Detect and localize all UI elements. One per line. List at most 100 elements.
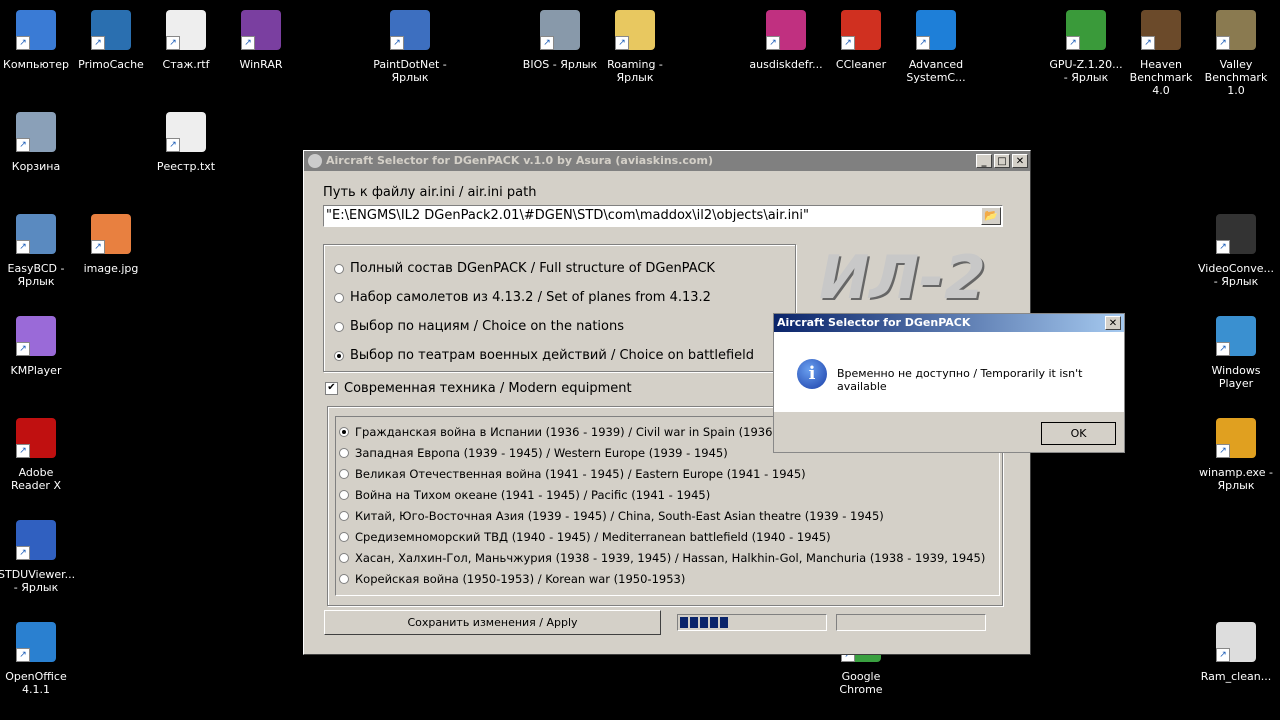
desktop-icon[interactable]: ↗ STDUViewer... - Ярлык [0, 520, 75, 594]
shortcut-icon: ↗ [1216, 418, 1256, 458]
desktop-icon-label: PaintDotNet - Ярлык [373, 58, 447, 84]
desktop-icon-label: Roaming - Ярлык [607, 58, 663, 84]
maximize-button[interactable]: □ [994, 154, 1010, 168]
desktop-icon[interactable]: ↗ Корзина [0, 112, 74, 173]
desktop-icon-label: Google Chrome [839, 670, 883, 696]
window-title: Aircraft Selector for DGenPACK v.1.0 by … [326, 154, 713, 167]
desktop-icon[interactable]: ↗ ausdiskdefr... [748, 10, 824, 71]
theatre-radio[interactable]: Хасан, Халхин-Гол, Маньчжурия (1938 - 19… [339, 551, 985, 565]
close-button[interactable]: ✕ [1012, 154, 1028, 168]
desktop-icon[interactable]: ↗ OpenOffice 4.1.1 [0, 622, 74, 696]
desktop-icon[interactable]: ↗ CCleaner [823, 10, 899, 71]
radio-label: Война на Тихом океане (1941 - 1945) / Pa… [355, 488, 711, 502]
apply-button[interactable]: Сохранить изменения / Apply [324, 610, 661, 635]
desktop-icon[interactable]: ↗ WinRAR [223, 10, 299, 71]
desktop-icon-label: WinRAR [239, 58, 283, 71]
desktop-icon-label: EasyBCD - Ярлык [7, 262, 65, 288]
desktop-icon-label: Heaven Benchmark 4.0 [1129, 58, 1193, 97]
desktop-icon-label: PrimoCache [78, 58, 144, 71]
shortcut-arrow-icon: ↗ [16, 138, 30, 152]
desktop-icon-label: Advanced SystemC... [906, 58, 966, 84]
theatre-radio[interactable]: Гражданская война в Испании (1936 - 1939… [339, 425, 818, 439]
shortcut-icon: ↗ [1141, 10, 1181, 50]
desktop-icon[interactable]: ↗ GPU-Z.1.20... - Ярлык [1048, 10, 1124, 84]
desktop-icon[interactable]: ↗ EasyBCD - Ярлык [0, 214, 74, 288]
desktop-icon[interactable]: ↗ Windows Player [1198, 316, 1274, 390]
theatre-radio[interactable]: Китай, Юго-Восточная Азия (1939 - 1945) … [339, 509, 884, 523]
shortcut-icon: ↗ [166, 112, 206, 152]
desktop-icon[interactable]: ↗ Heaven Benchmark 4.0 [1123, 10, 1199, 97]
radio-label: Набор самолетов из 4.13.2 / Set of plane… [350, 290, 711, 305]
radio-icon [339, 490, 349, 500]
radio-label: Средиземноморский ТВД (1940 - 1945) / Me… [355, 530, 831, 544]
path-input[interactable]: "E:\ENGMS\IL2 DGenPack2.01\#DGEN\STD\com… [323, 205, 1003, 227]
status-field [836, 614, 986, 631]
shortcut-icon: ↗ [16, 622, 56, 662]
radio-label: Гражданская война в Испании (1936 - 1939… [355, 425, 818, 439]
radio-label: Полный состав DGenPACK / Full structure … [350, 261, 715, 276]
shortcut-arrow-icon: ↗ [1216, 240, 1230, 254]
shortcut-icon: ↗ [16, 112, 56, 152]
desktop-icon-label: CCleaner [835, 58, 887, 71]
desktop-icon[interactable]: ↗ PrimoCache [73, 10, 149, 71]
ok-button[interactable]: OK [1041, 422, 1116, 445]
desktop-icon[interactable]: ↗ Advanced SystemC... [898, 10, 974, 84]
shortcut-arrow-icon: ↗ [1141, 36, 1155, 50]
desktop-icon-label: OpenOffice 4.1.1 [5, 670, 67, 696]
browse-button[interactable]: 📂 [981, 207, 1001, 225]
desktop-icon[interactable]: ↗ winamp.exe - Ярлык [1198, 418, 1274, 492]
shortcut-arrow-icon: ↗ [91, 240, 105, 254]
theatre-radio[interactable]: Корейская война (1950-1953) / Korean war… [339, 572, 685, 586]
desktop-icon[interactable]: ↗ KMPlayer [0, 316, 74, 377]
desktop-icon-label: BIOS - Ярлык [522, 58, 598, 71]
desktop-icon[interactable]: ↗ PaintDotNet - Ярлык [372, 10, 448, 84]
shortcut-arrow-icon: ↗ [16, 546, 30, 560]
desktop-icon[interactable]: ↗ Roaming - Ярлык [597, 10, 673, 84]
radio-label: Великая Отечественная война (1941 - 1945… [355, 467, 806, 481]
radio-icon [339, 553, 349, 563]
info-icon: i [797, 359, 827, 389]
mode-radio[interactable]: Полный состав DGenPACK / Full structure … [334, 261, 715, 276]
desktop-icon-label: Компьютер [3, 58, 69, 71]
mode-radio[interactable]: Набор самолетов из 4.13.2 / Set of plane… [334, 290, 711, 305]
shortcut-arrow-icon: ↗ [841, 36, 855, 50]
shortcut-icon: ↗ [16, 10, 56, 50]
theatre-radio[interactable]: Западная Европа (1939 - 1945) / Western … [339, 446, 728, 460]
theatre-radio[interactable]: Средиземноморский ТВД (1940 - 1945) / Me… [339, 530, 831, 544]
desktop-icon[interactable]: ↗ image.jpg [73, 214, 149, 275]
shortcut-arrow-icon: ↗ [1216, 342, 1230, 356]
desktop-icon[interactable]: ↗ Valley Benchmark 1.0 [1198, 10, 1274, 97]
radio-label: Китай, Юго-Восточная Азия (1939 - 1945) … [355, 509, 884, 523]
radio-icon [334, 321, 344, 332]
shortcut-icon: ↗ [1216, 316, 1256, 356]
modern-equipment-checkbox[interactable]: ✔ Современная техника / Modern equipment [325, 381, 632, 396]
shortcut-arrow-icon: ↗ [166, 138, 180, 152]
desktop-icon[interactable]: ↗ BIOS - Ярлык [522, 10, 598, 71]
radio-icon [334, 263, 344, 274]
desktop-icon[interactable]: ↗ VideoConve... - Ярлык [1198, 214, 1274, 288]
desktop-icon[interactable]: ↗ Компьютер [0, 10, 74, 71]
shortcut-icon: ↗ [91, 214, 131, 254]
shortcut-arrow-icon: ↗ [916, 36, 930, 50]
desktop-icon[interactable]: ↗ Adobe Reader X [0, 418, 74, 492]
mode-radio[interactable]: Выбор по нациям / Choice on the nations [334, 319, 624, 334]
desktop-icon[interactable]: ↗ Стаж.rtf [148, 10, 224, 71]
dialog-close-button[interactable]: ✕ [1105, 316, 1121, 330]
title-bar: Aircraft Selector for DGenPACK v.1.0 by … [304, 151, 1030, 171]
shortcut-icon: ↗ [1066, 10, 1106, 50]
desktop-icon-label: Valley Benchmark 1.0 [1204, 58, 1268, 97]
minimize-button[interactable]: _ [976, 154, 992, 168]
radio-icon [339, 532, 349, 542]
shortcut-icon: ↗ [1216, 622, 1256, 662]
shortcut-icon: ↗ [16, 520, 56, 560]
desktop-icon[interactable]: ↗ Ram_clean... [1198, 622, 1274, 683]
desktop-icon-label: Стаж.rtf [162, 58, 210, 71]
radio-icon [339, 574, 349, 584]
desktop-icon[interactable]: ↗ Реестр.txt [148, 112, 224, 173]
theatre-radio[interactable]: Великая Отечественная война (1941 - 1945… [339, 467, 806, 481]
theatre-radio[interactable]: Война на Тихом океане (1941 - 1945) / Pa… [339, 488, 710, 502]
shortcut-arrow-icon: ↗ [91, 36, 105, 50]
mode-radio[interactable]: Выбор по театрам военных действий / Choi… [334, 348, 754, 363]
shortcut-icon: ↗ [615, 10, 655, 50]
desktop-icon-label: KMPlayer [10, 364, 62, 377]
